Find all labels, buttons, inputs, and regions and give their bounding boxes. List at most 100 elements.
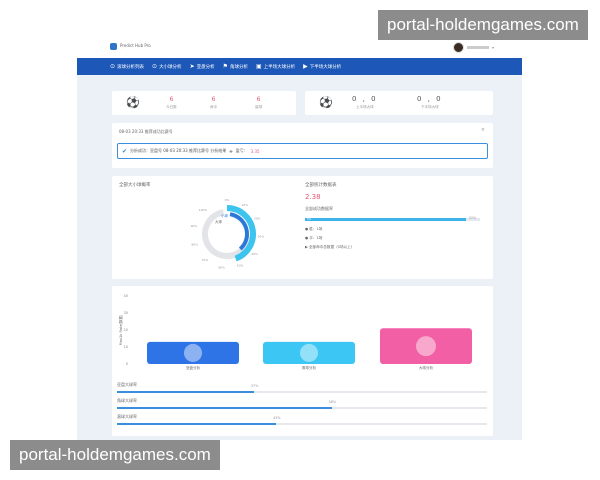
success-rate-fill: 0% <box>305 218 466 221</box>
logo-text: Predict Hub Pro <box>120 43 151 48</box>
nav-label: 上半场大球分析 <box>263 64 296 70</box>
nav-rolling-list[interactable]: ⊙ 滚球分析列表 <box>110 63 152 70</box>
pie-icon <box>183 343 203 362</box>
y-tick-label: 40 <box>124 294 128 298</box>
nav-icon: ⊙ <box>110 63 116 70</box>
rate-fill <box>117 391 254 393</box>
donut-tick-label: 80% <box>191 243 198 247</box>
success-rate-bar: 0% <box>305 218 480 221</box>
y-tick-label: 20 <box>124 328 128 332</box>
success-alert: ✔ 分析成功：亚盘号 08-03 20:33 推荐比赛号 分析结果 ✜ 盈亏： … <box>117 143 488 159</box>
x-tick-label: 角球分析 <box>302 365 317 370</box>
check-icon: ✔ <box>122 147 128 155</box>
avatar[interactable] <box>453 42 464 53</box>
legend-item: ● 胜：1场 <box>305 227 323 231</box>
rate-label: 角球大球率 <box>117 398 137 403</box>
user-name <box>467 46 489 49</box>
alert-header: 08-03 20:33 推荐成功比赛号 <box>119 129 173 134</box>
stat-item: 0 , 0 下半场大球 <box>417 95 443 109</box>
donut-series-inner <box>229 212 249 251</box>
stat-item: 0 , 0 上半场大球 <box>352 95 378 109</box>
stats-panel-halves: ⚽ 0 , 0 上半场大球 0 , 0 下半场大球 <box>305 91 493 115</box>
rate-label: 亚盘大球率 <box>117 382 137 387</box>
nav-corner[interactable]: ⚑ 角球分析 <box>223 63 256 70</box>
rate-percent: 58% <box>328 400 337 404</box>
legend-dot-icon: ● <box>305 227 309 231</box>
donut-tick-label: 100% <box>199 208 208 212</box>
legend-item: ● 平：1场 <box>305 236 323 240</box>
nav-second-half[interactable]: ▶ 下半场大球分析 <box>303 63 349 70</box>
donut-tick-label: 20% <box>254 217 261 221</box>
nav-icon: ⊙ <box>152 63 158 70</box>
donut-tick-label: 10% <box>241 203 248 207</box>
main-nav: ⊙ 滚球分析列表 ⊙ 大小球分析 ➤ 亚盘分析 ⚑ 角球分析 ▣ 上半场大球分析 ▶ 下半场大球分析 <box>77 58 522 75</box>
charts-panel: 全部大小球概率 0% 10% 20% 30% 40% 50% 60% 70% 80% 90% 100… <box>112 176 493 279</box>
stat-item: 6 命中 <box>210 96 218 109</box>
rate-title: 全部成功数据率 <box>305 206 333 211</box>
alert-panel: 08-03 20:33 推荐成功比赛号 × ✔ 分析成功：亚盘号 08-03 2… <box>112 123 493 168</box>
soccer-balls-icon: ⚽ <box>319 96 333 109</box>
legend-dot-icon: ● <box>305 236 309 240</box>
rate-label: 滚球大球率 <box>117 414 137 419</box>
nav-icon: ▣ <box>255 63 262 70</box>
alert-tail-label: 盈亏： <box>235 148 248 153</box>
donut-tick-label: 60% <box>218 266 225 270</box>
logo-icon <box>110 43 117 50</box>
stat-item: 6 今日数 <box>166 96 177 109</box>
pie-icon <box>299 343 319 362</box>
success-rate-label: 92% <box>469 216 477 220</box>
x-tick-label: 大球分析 <box>419 365 434 370</box>
donut-tick-label: 70% <box>202 258 209 262</box>
pie-icon <box>416 336 436 357</box>
nav-icon: ▶ <box>303 63 308 70</box>
nav-first-half[interactable]: ▣ 上半场大球分析 <box>256 63 303 70</box>
legend-item: ▶ 全部命中总数据（0场以上） <box>305 245 355 249</box>
nav-label: 亚盘分析 <box>196 64 215 70</box>
watermark: portal-holdemgames.com <box>378 10 588 40</box>
donut-small-label: 小球 <box>221 213 228 218</box>
nav-asian[interactable]: ➤ 亚盘分析 <box>190 63 223 70</box>
donut-tick-label: 0% <box>225 198 230 202</box>
stats-panel-main: ⚽ 6 今日数 6 命中 6 赢球 <box>112 91 296 115</box>
y-tick-label: 30 <box>124 311 128 315</box>
nav-label: 角球分析 <box>229 64 248 70</box>
donut-center-label: 大球 <box>215 219 222 224</box>
donut-tick-label: 40% <box>251 252 258 256</box>
donut-tick-label: 30% <box>258 235 265 239</box>
close-icon[interactable]: × <box>481 127 485 133</box>
soccer-ball-icon: ⚽ <box>126 96 140 109</box>
rate-fill <box>117 423 277 425</box>
rate-track <box>117 423 487 425</box>
donut-tick-label: 50% <box>237 263 244 267</box>
stat-item: 6 赢球 <box>255 96 263 109</box>
rate-track <box>117 391 487 393</box>
nav-icon: ⚑ <box>222 63 228 70</box>
y-tick-label: 0 <box>126 362 128 366</box>
nav-label: 滚球分析列表 <box>117 64 145 70</box>
legend-dot-icon: ▶ <box>305 245 308 249</box>
success-rate-inline: 0% <box>307 218 312 221</box>
donut-tick-label: 90% <box>191 224 198 228</box>
rate-track <box>117 407 487 409</box>
alert-message: 分析成功：亚盘号 08-03 20:33 推荐比赛号 分析结果 <box>130 148 227 153</box>
nav-label: 大小球分析 <box>159 64 182 70</box>
user-menu[interactable]: ▾ <box>453 42 494 53</box>
x-tick-label: 亚盘分析 <box>186 365 201 370</box>
donut-chart: 0% 10% 20% 30% 40% 50% 60% 70% 80% 90% 100% 小球大球 <box>191 198 265 270</box>
chevron-down-icon[interactable]: ▾ <box>492 45 494 50</box>
summary-title: 全部统计数据表 <box>305 183 337 188</box>
bar-chart: 40 30 20 10 0 Max1b Rate(数据) 亚盘分析 角球分析 大球分析 <box>118 294 472 370</box>
nav-over-under[interactable]: ⊙ 大小球分析 <box>152 63 190 70</box>
rate-percent: 43% <box>273 416 281 420</box>
alert-tail-value: 3.35 <box>250 148 260 154</box>
rate-fill <box>117 407 332 409</box>
nav-icon: ➤ <box>189 63 195 70</box>
rate-percent: 37% <box>250 384 259 388</box>
y-axis-label: Max1b Rate(数据) <box>118 314 123 345</box>
money-icon: ✜ <box>229 148 233 154</box>
watermark: portal-holdemgames.com <box>10 440 220 470</box>
summary-value: 2.38 <box>305 193 321 201</box>
nav-label: 下半场大球分析 <box>309 64 342 70</box>
donut-title: 全部大小球概率 <box>119 183 151 188</box>
app-window: Predict Hub Pro ▾ ⊙ 滚球分析列表 ⊙ 大小球分析 ➤ 亚盘分析 ⚑ 角球分… <box>77 36 522 440</box>
